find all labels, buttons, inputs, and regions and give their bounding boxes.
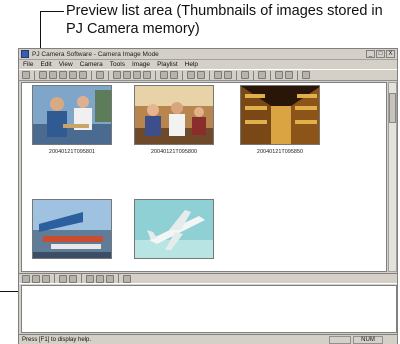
thumbnail-item[interactable] bbox=[132, 199, 216, 263]
play-icon[interactable] bbox=[123, 274, 131, 283]
maximize-button[interactable]: □ bbox=[376, 50, 385, 58]
thumbnail-image bbox=[240, 85, 320, 145]
window-title: PJ Camera Software - Camera Image Mode bbox=[32, 51, 159, 58]
title-bar[interactable]: PJ Camera Software - Camera Image Mode _… bbox=[19, 49, 397, 60]
menu-tools[interactable]: Tools bbox=[110, 60, 125, 69]
secondary-toolbar bbox=[19, 273, 397, 284]
menu-help[interactable]: Help bbox=[185, 60, 198, 69]
save-icon[interactable] bbox=[49, 71, 57, 79]
previous-arrow-icon[interactable] bbox=[214, 71, 222, 79]
thumbnail-image bbox=[32, 85, 112, 145]
menu-file[interactable]: File bbox=[23, 60, 33, 69]
slideshow-icon[interactable] bbox=[241, 71, 249, 79]
delete-icon[interactable] bbox=[69, 274, 77, 283]
thumbnail-item[interactable] bbox=[30, 199, 114, 263]
rotate-icon[interactable] bbox=[160, 71, 168, 79]
toolbar-separator bbox=[81, 274, 82, 283]
thumbnail-image bbox=[134, 199, 214, 259]
status-panel-empty bbox=[329, 336, 351, 344]
status-bar: Press [F1] to display help. NUM bbox=[19, 334, 397, 344]
crop-icon[interactable] bbox=[187, 71, 195, 79]
help-icon[interactable] bbox=[302, 71, 310, 79]
app-window: PJ Camera Software - Camera Image Mode _… bbox=[18, 48, 398, 344]
menu-edit[interactable]: Edit bbox=[40, 60, 51, 69]
properties-icon[interactable] bbox=[96, 71, 104, 79]
zoom-in-icon[interactable] bbox=[113, 71, 121, 79]
vertical-scrollbar[interactable] bbox=[388, 82, 397, 272]
open-icon[interactable] bbox=[32, 274, 40, 283]
move-down-icon[interactable] bbox=[96, 274, 104, 283]
fit-window-icon[interactable] bbox=[143, 71, 151, 79]
preview-list-area[interactable]: 20040121T095801 20040121T095800 20040121… bbox=[21, 82, 387, 272]
toolbar-separator bbox=[209, 70, 210, 80]
app-icon bbox=[21, 50, 29, 58]
status-message: Press [F1] to display help. bbox=[22, 337, 92, 343]
menu-view[interactable]: View bbox=[59, 60, 73, 69]
toolbar-separator bbox=[34, 70, 35, 80]
camera-icon[interactable] bbox=[275, 71, 283, 79]
num-lock-indicator: NUM bbox=[353, 336, 383, 344]
toolbar-separator bbox=[297, 70, 298, 80]
toolbar-separator bbox=[91, 70, 92, 80]
thumbnail-caption: 20040121T095850 bbox=[256, 149, 304, 155]
toolbar-separator bbox=[108, 70, 109, 80]
thumbnail-caption: 20040121T095801 bbox=[48, 149, 96, 155]
toolbar-separator bbox=[155, 70, 156, 80]
print-icon[interactable] bbox=[79, 71, 87, 79]
callout-leader-horizontal bbox=[40, 11, 64, 12]
toolbar-separator bbox=[54, 274, 55, 283]
thumbnail-image bbox=[32, 199, 112, 259]
toolbar-separator bbox=[270, 70, 271, 80]
toolbar-separator bbox=[118, 274, 119, 283]
resize-icon[interactable] bbox=[197, 71, 205, 79]
move-up-icon[interactable] bbox=[86, 274, 94, 283]
menu-image[interactable]: Image bbox=[132, 60, 150, 69]
record-icon[interactable] bbox=[285, 71, 293, 79]
playlist-pane[interactable] bbox=[21, 285, 397, 333]
main-toolbar bbox=[19, 69, 397, 81]
hand-icon[interactable] bbox=[133, 71, 141, 79]
new-icon[interactable] bbox=[22, 274, 30, 283]
sort-icon[interactable] bbox=[106, 274, 114, 283]
minimize-button[interactable]: _ bbox=[366, 50, 375, 58]
menu-bar: File Edit View Camera Tools Image Playli… bbox=[19, 60, 397, 69]
toolbar-separator bbox=[253, 70, 254, 80]
grid-icon[interactable] bbox=[258, 71, 266, 79]
open-folder-icon[interactable] bbox=[39, 71, 47, 79]
thumbnail-caption: 20040121T095800 bbox=[150, 149, 198, 155]
thumbnail-item[interactable]: 20040121T095801 bbox=[30, 85, 114, 155]
capture-icon[interactable] bbox=[22, 71, 30, 79]
callout-text: Preview list area (Thumbnails of images … bbox=[66, 3, 383, 37]
thumbnail-item[interactable]: 20040121T095850 bbox=[238, 85, 322, 155]
thumbnail-image bbox=[134, 85, 214, 145]
cut-icon[interactable] bbox=[59, 274, 67, 283]
paste-icon[interactable] bbox=[69, 71, 77, 79]
next-arrow-icon[interactable] bbox=[224, 71, 232, 79]
scrollbar-thumb[interactable] bbox=[389, 93, 396, 123]
copy-icon[interactable] bbox=[59, 71, 67, 79]
save-list-icon[interactable] bbox=[42, 274, 50, 283]
close-button[interactable]: X bbox=[386, 50, 395, 58]
flip-icon[interactable] bbox=[170, 71, 178, 79]
toolbar-separator bbox=[236, 70, 237, 80]
menu-camera[interactable]: Camera bbox=[80, 60, 103, 69]
menu-playlist[interactable]: Playlist bbox=[157, 60, 178, 69]
toolbar-separator bbox=[182, 70, 183, 80]
zoom-out-icon[interactable] bbox=[123, 71, 131, 79]
thumbnail-item[interactable]: 20040121T095800 bbox=[132, 85, 216, 155]
